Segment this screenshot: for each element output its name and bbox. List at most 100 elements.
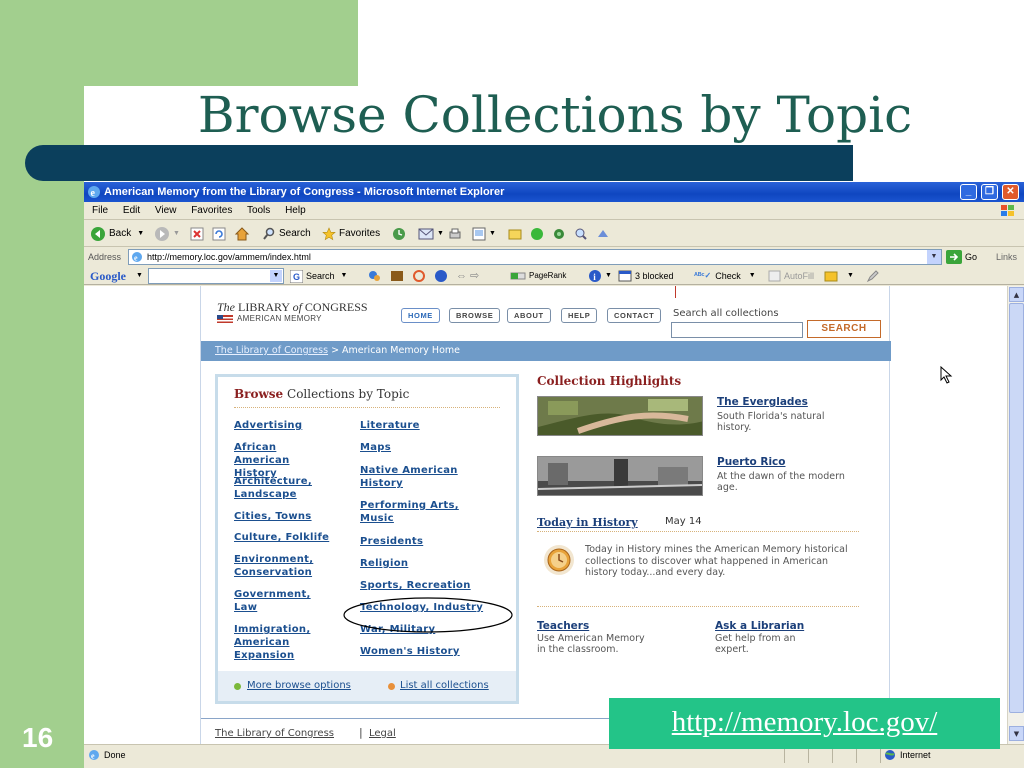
everglades-link[interactable]: The Everglades [717, 396, 808, 408]
discuss-button[interactable] [574, 221, 591, 247]
teachers-link[interactable]: Teachers [537, 620, 589, 632]
topic-link[interactable]: Culture, Folklife [234, 531, 329, 544]
nav-about-button[interactable]: ABOUT [507, 308, 551, 323]
search-button[interactable]: Search [262, 221, 311, 247]
google-froogle-button[interactable] [412, 267, 429, 285]
back-dropdown-icon[interactable]: ▼ [137, 221, 144, 247]
google-sites-button[interactable] [368, 267, 385, 285]
research-button[interactable] [552, 221, 569, 247]
collections-search-button[interactable]: SEARCH [807, 320, 881, 338]
menu-tools[interactable]: Tools [247, 205, 270, 216]
url-link[interactable]: http://memory.loc.gov/ [609, 706, 1000, 739]
scroll-up-icon[interactable]: ▲ [1009, 287, 1024, 302]
menu-view[interactable]: View [155, 205, 177, 216]
menu-edit[interactable]: Edit [123, 205, 140, 216]
topic-link[interactable]: Native American History [360, 464, 480, 490]
topic-link[interactable]: Presidents [360, 535, 423, 548]
back-button[interactable]: Back ▼ [90, 221, 144, 247]
topic-link[interactable]: Maps [360, 441, 391, 454]
topic-link[interactable]: Performing Arts, Music [360, 499, 480, 525]
breadcrumb-loc-link[interactable]: The Library of Congress [215, 345, 328, 356]
edit-button[interactable]: ▼ [472, 221, 496, 247]
collections-search-input[interactable] [671, 322, 803, 338]
browse-footer: More browse options List all collections [218, 671, 516, 701]
mail-button[interactable]: ▼ [418, 221, 444, 247]
messenger-icon [531, 228, 543, 240]
cursor-icon [940, 366, 953, 384]
autofill-button[interactable]: AutoFill [768, 267, 814, 285]
puerto-rico-photo[interactable] [537, 456, 703, 496]
pagerank-button[interactable]: PageRank [510, 267, 566, 285]
google-menu-dropdown-icon[interactable]: ▼ [136, 267, 143, 285]
forward-button[interactable]: ▼ [154, 221, 180, 247]
info-button[interactable]: i ▼ [588, 267, 612, 285]
footer-loc-link[interactable]: The Library of Congress [215, 728, 334, 739]
scroll-thumb[interactable] [1009, 303, 1024, 713]
address-input[interactable]: e http://memory.loc.gov/ammem/index.html… [128, 249, 942, 265]
google-news-button[interactable] [390, 267, 407, 285]
history-button[interactable] [392, 221, 409, 247]
topic-link[interactable]: Advertising [234, 419, 302, 432]
autofill-icon [768, 270, 781, 282]
loc-logo[interactable]: The LIBRARY of CONGRESS [217, 300, 368, 315]
google-logo[interactable]: Google [90, 267, 126, 285]
folder-icon [508, 229, 522, 240]
menu-file[interactable]: File [92, 205, 108, 216]
tools-extra-button[interactable] [596, 221, 613, 247]
today-in-history-link[interactable]: Today in History [537, 516, 638, 529]
vertical-scrollbar[interactable]: ▲ ▼ [1007, 286, 1024, 744]
print-button[interactable] [448, 221, 465, 247]
teachers-desc: Use American Memory in the classroom. [537, 633, 645, 655]
flag-icon [217, 315, 233, 323]
topic-link[interactable]: Cities, Towns [234, 510, 312, 523]
links-button[interactable]: Links [996, 248, 1017, 266]
list-all-collections-link[interactable]: List all collections [400, 671, 489, 701]
clock-icon[interactable] [543, 544, 575, 576]
more-browse-options-link[interactable]: More browse options [247, 671, 351, 701]
puerto-rico-link[interactable]: Puerto Rico [717, 456, 785, 468]
menu-help[interactable]: Help [285, 205, 306, 216]
google-prev-button[interactable]: ⇔ ⇨ [456, 267, 479, 285]
footer-legal-link[interactable]: Legal [369, 728, 396, 739]
go-button[interactable]: Go [946, 249, 977, 265]
everglades-photo[interactable] [537, 396, 703, 436]
go-arrow-icon [946, 250, 962, 264]
nav-help-button[interactable]: HELP [561, 308, 598, 323]
google-search-label: Search [306, 271, 335, 281]
highlight-button[interactable] [866, 267, 883, 285]
stop-button[interactable] [190, 221, 207, 247]
nav-browse-button[interactable]: BROWSE [449, 308, 501, 323]
popup-blocker-button[interactable]: 3 blocked [618, 267, 674, 285]
ask-librarian-link[interactable]: Ask a Librarian [715, 620, 804, 632]
refresh-button[interactable] [212, 221, 229, 247]
messenger-button[interactable] [508, 221, 525, 247]
nav-home-button[interactable]: HOME [401, 308, 440, 323]
topic-link[interactable]: Government, Law [234, 588, 330, 614]
google-groups-button[interactable] [434, 267, 451, 285]
maximize-button[interactable]: ❐ [981, 184, 998, 200]
topic-link[interactable]: Architecture, Landscape [234, 475, 334, 501]
topic-link[interactable]: Religion [360, 557, 408, 570]
topic-link[interactable]: Literature [360, 419, 420, 432]
topic-link[interactable]: Environment, Conservation [234, 553, 334, 579]
spell-check-button[interactable]: ᴬᴮᶜ✓ Check ▼ [694, 267, 756, 285]
google-search-button[interactable]: G Search ▼ [290, 267, 347, 285]
menu-favorites[interactable]: Favorites [191, 205, 232, 216]
favorites-button[interactable]: Favorites [322, 221, 380, 247]
options-button[interactable]: ▼ [824, 267, 854, 285]
svg-text:e: e [134, 254, 138, 263]
home-button[interactable] [234, 221, 253, 247]
google-search-input[interactable]: ▼ [148, 268, 284, 284]
nav-contact-button[interactable]: CONTACT [607, 308, 662, 323]
messenger-green-button[interactable] [530, 221, 547, 247]
minimize-button[interactable]: _ [960, 184, 977, 200]
spellcheck-icon: ᴬᴮᶜ✓ [694, 271, 712, 280]
topic-link[interactable]: Sports, Recreation [360, 579, 471, 592]
topic-link[interactable]: Women's History [360, 645, 460, 658]
close-button[interactable]: ✕ [1002, 184, 1019, 200]
address-dropdown-icon[interactable]: ▼ [927, 250, 941, 264]
highlight-ellipse [343, 597, 513, 633]
print-icon [449, 228, 461, 239]
scroll-down-icon[interactable]: ▼ [1009, 726, 1024, 741]
topic-link[interactable]: Immigration, American Expansion [234, 623, 330, 662]
